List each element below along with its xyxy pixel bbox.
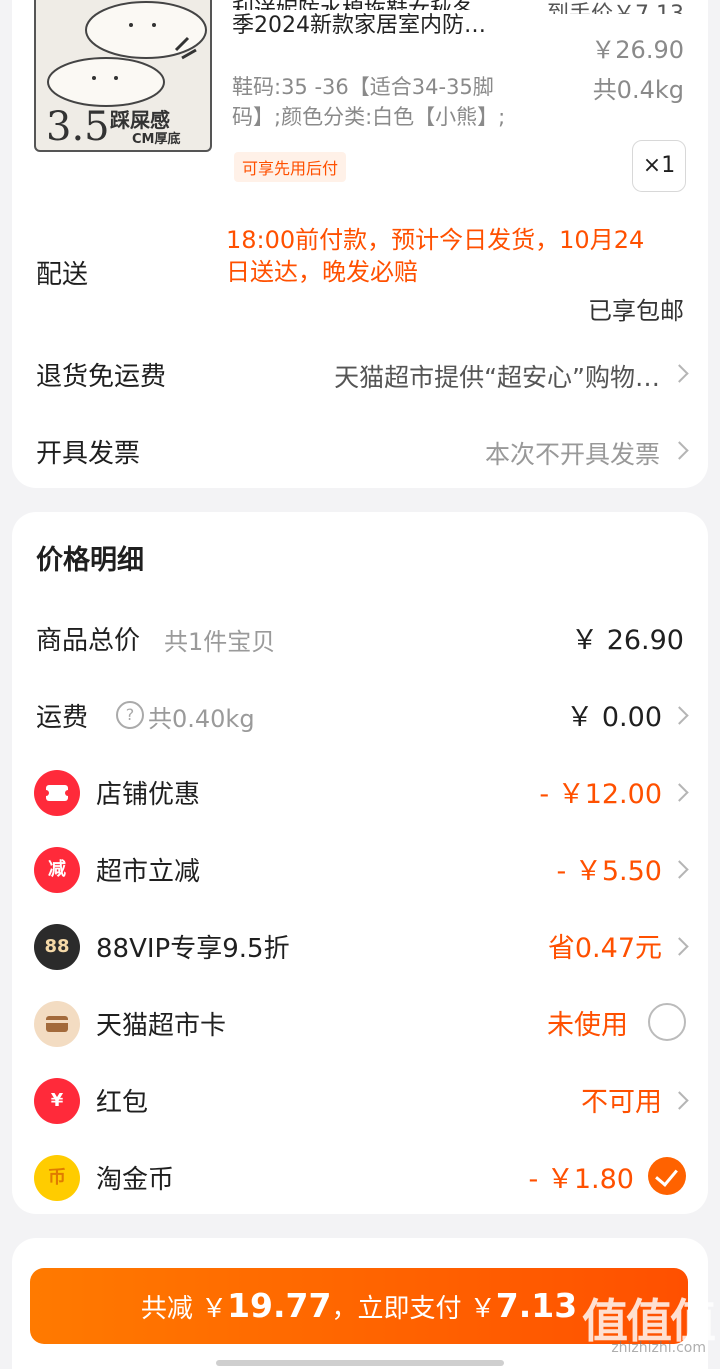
market-reduce-label: 超市立减 (96, 857, 201, 887)
total-items-count: 共1件宝贝 (164, 628, 276, 656)
return-freight-label: 退货免运费 (36, 362, 167, 392)
chevron-right-icon (670, 441, 689, 460)
invoice-label: 开具发票 (36, 439, 141, 469)
price-detail-card: 价格明细 商品总价 共1件宝贝 ￥ 26.90 运费 ? 共0.40kg ￥ 0… (12, 512, 708, 1214)
gold-coin-icon: 币 (34, 1155, 80, 1201)
store-discount-row[interactable]: 店铺优惠 - ￥12.00 (12, 762, 708, 822)
order-card: 3.5 踩屎感 CM厚底 利送妮防水棉拖鞋女秋冬 季2024新款家居室内防… 到… (12, 0, 708, 488)
delivery-label: 配送 (36, 260, 89, 290)
product-weight: 共0.4kg (592, 76, 684, 104)
spec-line2: 码】;颜色分类:白色【小熊】; (232, 105, 506, 129)
quantity-button[interactable]: ×1 (632, 140, 686, 192)
vip-discount-value: 省0.47元 (547, 933, 662, 964)
chevron-right-icon (670, 937, 689, 956)
red-packet-status: 不可用 (581, 1087, 662, 1118)
pay-later-tag: 可享先用后付 (234, 152, 347, 182)
card-icon (34, 1001, 80, 1047)
saved-amount: 19.77 (227, 1286, 332, 1325)
chevron-right-icon (670, 860, 689, 879)
product-title[interactable]: 利送妮防水棉拖鞋女秋冬 季2024新款家居室内防… (232, 0, 582, 41)
total-price-label: 商品总价 (36, 626, 141, 656)
shipping-label: 运费 (36, 703, 89, 733)
product-title-line1: 利送妮防水棉拖鞋女秋冬 (232, 0, 582, 10)
red-packet-row[interactable]: ¥ 红包 不可用 (12, 1070, 708, 1130)
promo-price: 到手价￥7.13 (547, 0, 684, 14)
total-price-row: 商品总价 共1件宝贝 ￥ 26.90 (12, 608, 708, 668)
product-spec[interactable]: 鞋码:35 -36【适合34-35脚 码】;颜色分类:白色【小熊】; (232, 72, 552, 132)
chevron-right-icon (670, 1091, 689, 1110)
vip-discount-row[interactable]: 88 88VIP专享9.5折 省0.47元 (12, 916, 708, 976)
shipping-row[interactable]: 运费 ? 共0.40kg ￥ 0.00 (12, 685, 708, 745)
pay-amount: 7.13 (495, 1286, 578, 1325)
pay-mid: ，立即支付 ￥ (331, 1294, 496, 1324)
gold-coin-value: - ￥1.80 (528, 1164, 634, 1195)
vip-discount-label: 88VIP专享9.5折 (96, 934, 290, 964)
shipping-weight: 共0.40kg (148, 705, 255, 733)
reduce-icon: 减 (34, 847, 80, 893)
gold-coin-checkbox[interactable] (648, 1157, 686, 1195)
product-price: ￥26.90 (591, 36, 684, 64)
chevron-right-icon (670, 706, 689, 725)
red-packet-icon-text: ¥ (50, 1090, 64, 1111)
delivery-line2: 日送达，晚发必赔 (226, 258, 418, 286)
market-reduce-row[interactable]: 减 超市立减 - ￥5.50 (12, 839, 708, 899)
spec-line1: 鞋码:35 -36【适合34-35脚 (232, 75, 494, 99)
total-price-value: ￥ 26.90 (571, 625, 684, 656)
watermark-url: zhizhizhi.com (611, 1340, 706, 1356)
market-card-radio[interactable] (648, 1003, 686, 1041)
product-title-line2: 季2024新款家居室内防… (232, 13, 486, 38)
red-packet-icon: ¥ (34, 1078, 80, 1124)
delivery-info: 18:00前付款，预计今日发货，10月24 日送达，晚发必赔 (226, 224, 688, 288)
free-shipping-text: 已享包邮 (588, 297, 684, 325)
market-card-status: 未使用 (547, 1010, 628, 1041)
thumb-subtext: CM厚底 (132, 132, 181, 147)
vip-icon-text: 88 (44, 936, 70, 957)
shipping-value: ￥ 0.00 (566, 702, 662, 733)
store-discount-value: - ￥12.00 (539, 779, 662, 810)
thumb-number: 3.5 (46, 104, 110, 150)
store-discount-label: 店铺优惠 (96, 780, 201, 810)
reduce-icon-text: 减 (48, 859, 66, 880)
delivery-line1: 18:00前付款，预计今日发货，10月24 (226, 226, 645, 254)
chevron-right-icon (670, 364, 689, 383)
product-thumbnail[interactable]: 3.5 踩屎感 CM厚底 (34, 0, 212, 152)
market-reduce-value: - ￥5.50 (556, 856, 662, 887)
price-detail-title: 价格明细 (36, 545, 144, 576)
return-freight-value: 天猫超市提供“超安心”购物… (334, 363, 660, 392)
coupon-icon (34, 770, 80, 816)
market-card-row[interactable]: 天猫超市卡 未使用 (12, 993, 708, 1053)
red-packet-label: 红包 (96, 1088, 149, 1118)
home-indicator[interactable] (216, 1360, 504, 1366)
help-icon[interactable]: ? (116, 701, 144, 729)
chevron-right-icon (670, 783, 689, 802)
gold-coin-row[interactable]: 币 淘金币 - ￥1.80 (12, 1147, 708, 1207)
market-card-label: 天猫超市卡 (96, 1011, 227, 1041)
gold-coin-icon-text: 币 (48, 1167, 66, 1188)
pay-prefix: 共减 ￥ (140, 1294, 228, 1324)
gold-coin-label: 淘金币 (96, 1165, 175, 1195)
invoice-value: 本次不开具发票 (484, 440, 660, 469)
vip-88-icon: 88 (34, 924, 80, 970)
